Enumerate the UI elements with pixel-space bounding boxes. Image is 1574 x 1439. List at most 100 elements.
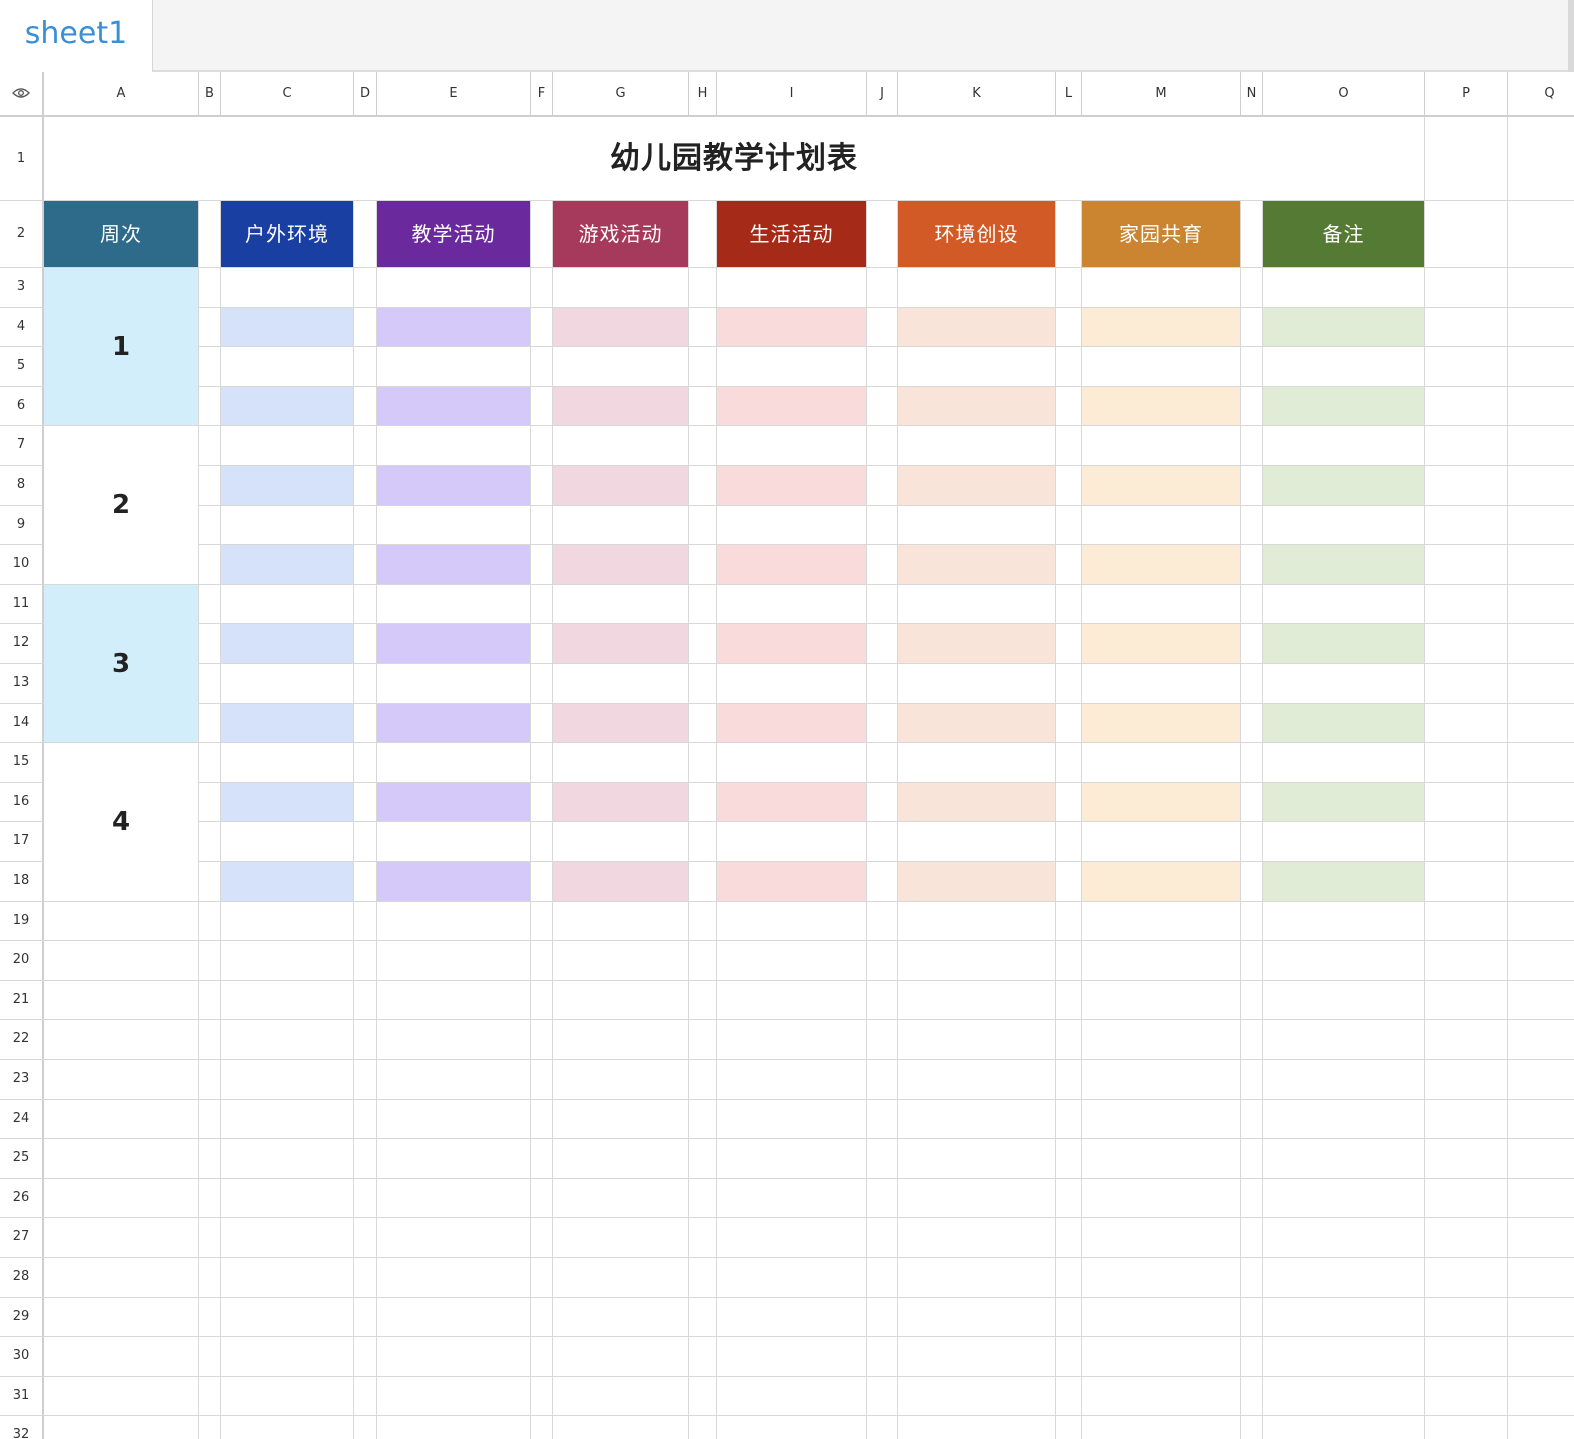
grid-cell-j13[interactable] — [867, 664, 898, 704]
grid-cell-i9[interactable] — [717, 505, 867, 546]
column-header-a[interactable]: A — [44, 72, 199, 117]
grid-cell-m7[interactable] — [1082, 426, 1241, 466]
grid-cell-g10[interactable] — [553, 545, 689, 585]
grid-cell-e22[interactable] — [377, 1020, 531, 1060]
grid-cell-j32[interactable] — [867, 1416, 898, 1439]
grid-cell-c22[interactable] — [221, 1020, 354, 1060]
grid-cell-b31[interactable] — [199, 1376, 221, 1417]
grid-cell-g28[interactable] — [553, 1258, 689, 1298]
grid-cell-c30[interactable] — [221, 1337, 354, 1377]
grid-cell-p12[interactable] — [1425, 624, 1508, 664]
grid-cell-l7[interactable] — [1056, 426, 1082, 466]
grid-cell-q13[interactable] — [1508, 664, 1574, 704]
grid-cell-l16[interactable] — [1056, 782, 1082, 823]
row-header-26[interactable]: 26 — [0, 1178, 44, 1219]
grid-cell-e7[interactable] — [377, 426, 531, 466]
grid-cell-e9[interactable] — [377, 505, 531, 546]
grid-cell-b22[interactable] — [199, 1020, 221, 1060]
grid-cell-n15[interactable] — [1241, 743, 1263, 783]
grid-cell-g8[interactable] — [553, 466, 689, 506]
row-header-12[interactable]: 12 — [0, 624, 44, 664]
grid-cell-h11[interactable] — [689, 584, 717, 625]
grid-cell-j9[interactable] — [867, 505, 898, 546]
grid-cell-i30[interactable] — [717, 1337, 867, 1377]
grid-cell-e6[interactable] — [377, 386, 531, 427]
grid-cell-d32[interactable] — [354, 1416, 377, 1439]
column-header-j[interactable]: J — [867, 72, 898, 117]
grid-cell-c26[interactable] — [221, 1178, 354, 1219]
grid-cell-f21[interactable] — [531, 980, 553, 1021]
grid-cell-h20[interactable] — [689, 941, 717, 981]
grid-cell-p31[interactable] — [1425, 1376, 1508, 1417]
grid-cell-m14[interactable] — [1082, 703, 1241, 744]
grid-cell-j29[interactable] — [867, 1297, 898, 1338]
grid-cell-b15[interactable] — [199, 743, 221, 783]
grid-cell-q11[interactable] — [1508, 584, 1574, 625]
grid-cell-l5[interactable] — [1056, 347, 1082, 387]
grid-cell-e19[interactable] — [377, 901, 531, 942]
grid-cell-b4[interactable] — [199, 307, 221, 348]
grid-cell-p28[interactable] — [1425, 1258, 1508, 1298]
grid-cell-i5[interactable] — [717, 347, 867, 387]
grid-cell-j30[interactable] — [867, 1337, 898, 1377]
grid-cell-f27[interactable] — [531, 1218, 553, 1258]
grid-cell-d12[interactable] — [354, 624, 377, 664]
grid-cell-h16[interactable] — [689, 782, 717, 823]
grid-cell-f19[interactable] — [531, 901, 553, 942]
grid-cell-c8[interactable] — [221, 466, 354, 506]
grid-cell-q30[interactable] — [1508, 1337, 1574, 1377]
grid-cell-h2[interactable] — [689, 201, 717, 268]
grid-cell-g15[interactable] — [553, 743, 689, 783]
grid-cell-k15[interactable] — [898, 743, 1056, 783]
grid-cell-q29[interactable] — [1508, 1297, 1574, 1338]
grid-cell-g4[interactable] — [553, 307, 689, 348]
grid-cell-n6[interactable] — [1241, 386, 1263, 427]
grid-cell-i12[interactable] — [717, 624, 867, 664]
grid-cell-d30[interactable] — [354, 1337, 377, 1377]
grid-cell-g21[interactable] — [553, 980, 689, 1021]
row-header-4[interactable]: 4 — [0, 307, 44, 348]
grid-cell-m12[interactable] — [1082, 624, 1241, 664]
grid-cell-d4[interactable] — [354, 307, 377, 348]
grid-cell-n4[interactable] — [1241, 307, 1263, 348]
grid-cell-m8[interactable] — [1082, 466, 1241, 506]
grid-cell-f6[interactable] — [531, 386, 553, 427]
column-title-7[interactable]: 家园共育 — [1082, 201, 1241, 268]
grid-cell-e25[interactable] — [377, 1139, 531, 1179]
row-header-6[interactable]: 6 — [0, 386, 44, 427]
grid-cell-d29[interactable] — [354, 1297, 377, 1338]
grid-cell-j8[interactable] — [867, 466, 898, 506]
row-header-31[interactable]: 31 — [0, 1376, 44, 1417]
grid-cell-n10[interactable] — [1241, 545, 1263, 585]
grid-cell-f31[interactable] — [531, 1376, 553, 1417]
grid-cell-g11[interactable] — [553, 584, 689, 625]
grid-cell-g18[interactable] — [553, 862, 689, 902]
grid-cell-n24[interactable] — [1241, 1099, 1263, 1140]
grid-cell-n20[interactable] — [1241, 941, 1263, 981]
grid-cell-k30[interactable] — [898, 1337, 1056, 1377]
grid-cell-h3[interactable] — [689, 268, 717, 308]
grid-cell-e16[interactable] — [377, 782, 531, 823]
grid-cell-k10[interactable] — [898, 545, 1056, 585]
grid-cell-p22[interactable] — [1425, 1020, 1508, 1060]
grid-cell-l19[interactable] — [1056, 901, 1082, 942]
grid-cell-c5[interactable] — [221, 347, 354, 387]
grid-cell-f26[interactable] — [531, 1178, 553, 1219]
grid-cell-i31[interactable] — [717, 1376, 867, 1417]
grid-cell-n29[interactable] — [1241, 1297, 1263, 1338]
grid-cell-n11[interactable] — [1241, 584, 1263, 625]
grid-cell-q18[interactable] — [1508, 862, 1574, 902]
grid-cell-f8[interactable] — [531, 466, 553, 506]
row-header-23[interactable]: 23 — [0, 1060, 44, 1100]
grid-cell-b3[interactable] — [199, 268, 221, 308]
grid-cell-j23[interactable] — [867, 1060, 898, 1100]
grid-cell-k14[interactable] — [898, 703, 1056, 744]
grid-cell-c19[interactable] — [221, 901, 354, 942]
grid-cell-o21[interactable] — [1263, 980, 1425, 1021]
grid-cell-j18[interactable] — [867, 862, 898, 902]
grid-cell-l26[interactable] — [1056, 1178, 1082, 1219]
grid-cell-o15[interactable] — [1263, 743, 1425, 783]
column-title-1[interactable]: 周次 — [44, 201, 199, 268]
grid-cell-e14[interactable] — [377, 703, 531, 744]
grid-cell-n16[interactable] — [1241, 782, 1263, 823]
